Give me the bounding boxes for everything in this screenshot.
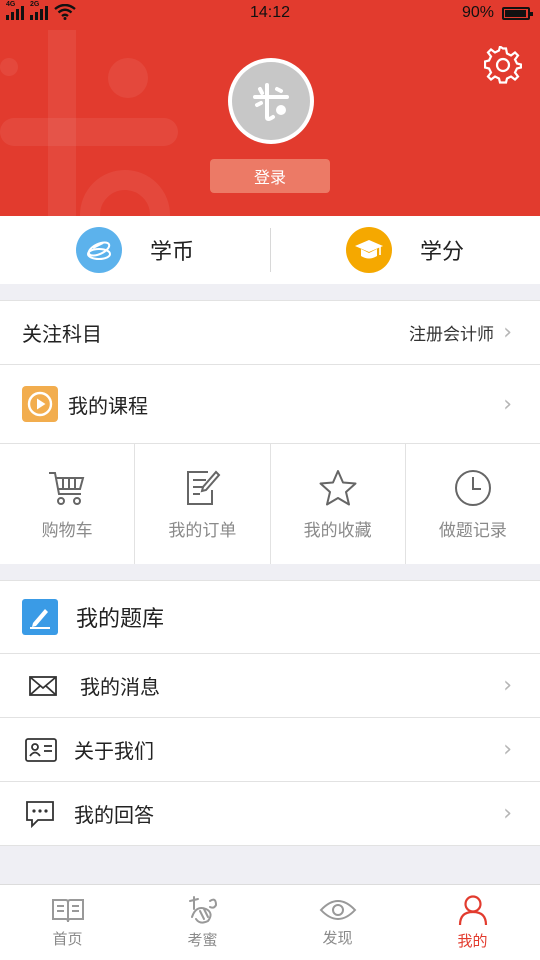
tab-label: 考蜜 (187, 931, 218, 949)
battery-status: 90% (461, 4, 533, 22)
id-card-icon (25, 737, 57, 762)
tab-label: 首页 (52, 930, 83, 948)
my-courses-row[interactable]: 我的课程 › (0, 365, 540, 444)
profile-header: 4G 2G 14:12 90% 登录 (0, 0, 540, 216)
battery-icon (502, 6, 533, 20)
credits-item[interactable]: 学分 (270, 216, 540, 284)
login-button[interactable]: 登录 (210, 159, 330, 193)
order-icon (187, 470, 221, 505)
question-bank-label: 我的题库 (76, 607, 165, 632)
shortcut-grid: 购物车 我的订单 我的收藏 做题记录 (0, 444, 540, 564)
play-circle-icon (22, 386, 58, 422)
clock-icon (454, 469, 491, 506)
question-bank-row[interactable]: 我的题库 (0, 580, 540, 654)
person-icon (458, 895, 487, 926)
header-decoration (0, 118, 178, 146)
chevron-right-icon: › (503, 801, 512, 826)
followed-subjects-row[interactable]: 关注科目 注册会计师 › (0, 300, 540, 365)
followed-subjects-label: 关注科目 (22, 322, 102, 346)
status-bar: 4G 2G 14:12 90% (0, 0, 540, 26)
shortcut-label: 购物车 (41, 520, 93, 541)
shortcut-history[interactable]: 做题记录 (406, 444, 540, 564)
book-icon (51, 899, 84, 923)
cart-icon (49, 471, 85, 505)
subjects-panel: 关注科目 注册会计师 › 我的课程 › (0, 300, 540, 444)
header-decoration (108, 58, 148, 98)
coins-icon (75, 227, 122, 273)
chat-icon (26, 800, 54, 828)
menu-answers[interactable]: 我的回答 › (0, 782, 540, 846)
chevron-right-icon: › (503, 391, 512, 417)
menu-item-label: 我的回答 (74, 803, 154, 827)
shortcut-label: 我的订单 (168, 520, 237, 541)
header-decoration (80, 170, 170, 216)
wallet-row: 学币 学分 (0, 216, 540, 284)
coins-item[interactable]: 学币 (0, 216, 270, 284)
credits-label: 学分 (419, 240, 464, 265)
envelope-icon (29, 675, 57, 696)
tab-label: 我的 (457, 932, 488, 950)
header-decoration (0, 58, 18, 76)
tab-label: 发现 (322, 929, 353, 947)
shortcut-label: 我的收藏 (303, 520, 372, 541)
tab-home[interactable]: 首页 (0, 885, 135, 960)
tab-kaomi[interactable]: 考蜜 (135, 885, 270, 960)
chevron-right-icon: › (503, 673, 512, 698)
logo-icon (253, 83, 289, 121)
menu-panel: 我的题库 我的消息 › 关于我们 › 我的回答 › (0, 580, 540, 846)
battery-percent: 90% (461, 4, 494, 21)
shortcut-favorites[interactable]: 我的收藏 (271, 444, 406, 564)
coins-label: 学币 (149, 240, 194, 265)
menu-about[interactable]: 关于我们 › (0, 718, 540, 782)
menu-item-label: 关于我们 (74, 739, 154, 763)
star-icon (319, 469, 357, 505)
eye-icon (319, 900, 356, 920)
avatar-logo (232, 62, 310, 140)
pencil-icon (22, 599, 58, 635)
menu-messages[interactable]: 我的消息 › (0, 654, 540, 718)
bee-icon (188, 896, 217, 924)
divider (270, 228, 271, 272)
avatar[interactable] (228, 58, 314, 144)
my-courses-label: 我的课程 (68, 393, 148, 418)
shortcut-cart[interactable]: 购物车 (0, 444, 136, 564)
chevron-right-icon: › (503, 737, 512, 762)
tab-discover[interactable]: 发现 (270, 885, 405, 960)
chevron-right-icon: › (503, 320, 512, 345)
menu-item-label: 我的消息 (80, 675, 160, 699)
tab-bar: 首页 考蜜 发现 我的 (0, 884, 540, 960)
shortcut-label: 做题记录 (438, 520, 507, 541)
tab-mine[interactable]: 我的 (405, 885, 540, 960)
shortcut-orders[interactable]: 我的订单 (135, 444, 271, 564)
gear-icon[interactable] (484, 46, 522, 84)
status-time: 14:12 (249, 4, 291, 21)
followed-subjects-value: 注册会计师 (409, 325, 494, 345)
graduation-cap-icon (345, 227, 392, 273)
